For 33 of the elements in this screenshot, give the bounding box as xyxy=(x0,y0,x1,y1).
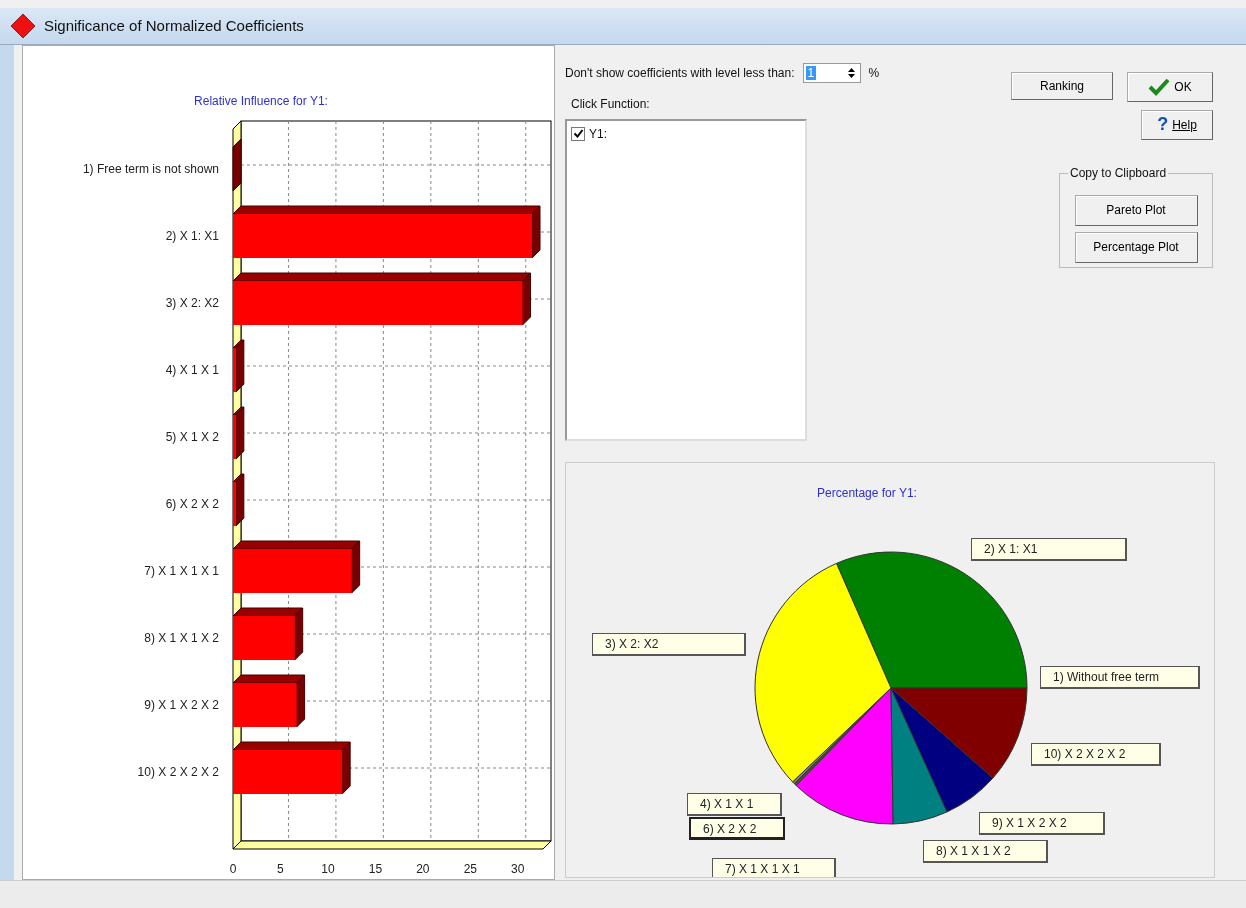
category-label: 8) X 1 X 1 X 2 xyxy=(144,630,219,645)
tick-label: 20 xyxy=(416,861,430,876)
percent-label: % xyxy=(868,65,880,80)
slice-label: 6) X 2 X 2 xyxy=(689,816,785,840)
slice-label: 8) X 1 X 1 X 2 xyxy=(923,839,1048,863)
filter-label: Don't show coefficients with level less than: xyxy=(565,65,795,80)
slice-label: 7) X 1 X 1 X 1 xyxy=(712,857,836,877)
category-label: 10) X 2 X 2 X 2 xyxy=(137,764,219,779)
category-label: 1) Free term is not shown xyxy=(82,161,219,176)
slice-label: 9) X 1 X 2 X 2 xyxy=(979,811,1105,835)
tick-label: 25 xyxy=(463,861,477,876)
category-label: 9) X 1 X 2 X 2 xyxy=(144,697,219,712)
tick-label: 30 xyxy=(511,861,525,876)
category-label: 5) X 1 X 2 xyxy=(165,429,219,444)
category-label: 7) X 1 X 1 X 1 xyxy=(144,563,219,578)
chart-title: Percentage for Y1: xyxy=(817,485,917,500)
slice-label: 3) X 2: X2 xyxy=(592,632,746,656)
slice-label: 10) X 2 X 2 X 2 xyxy=(1031,742,1161,766)
window-title: Significance of Normalized Coefficients xyxy=(44,17,304,35)
tick-label: 5 xyxy=(277,861,284,876)
list-label: Click Function: xyxy=(571,96,651,111)
tick-label: 10 xyxy=(321,861,335,876)
slice-label: 4) X 1 X 1 xyxy=(687,792,782,816)
category-label: 6) X 2 X 2 xyxy=(165,496,219,511)
category-label: 3) X 2: X2 xyxy=(165,295,219,310)
slice-label: 1) Without free term xyxy=(1040,665,1200,689)
category-label: 2) X 1: X1 xyxy=(165,228,219,243)
tick-label: 0 xyxy=(229,861,237,876)
category-label: 4) X 1 X 1 xyxy=(165,362,219,377)
tick-label: 15 xyxy=(368,861,383,876)
group-title: Copy to Clipboard xyxy=(1068,165,1169,180)
chart-title: Relative Influence for Y1: xyxy=(194,93,328,108)
slice-label: 2) X 1: X1 xyxy=(971,537,1127,561)
